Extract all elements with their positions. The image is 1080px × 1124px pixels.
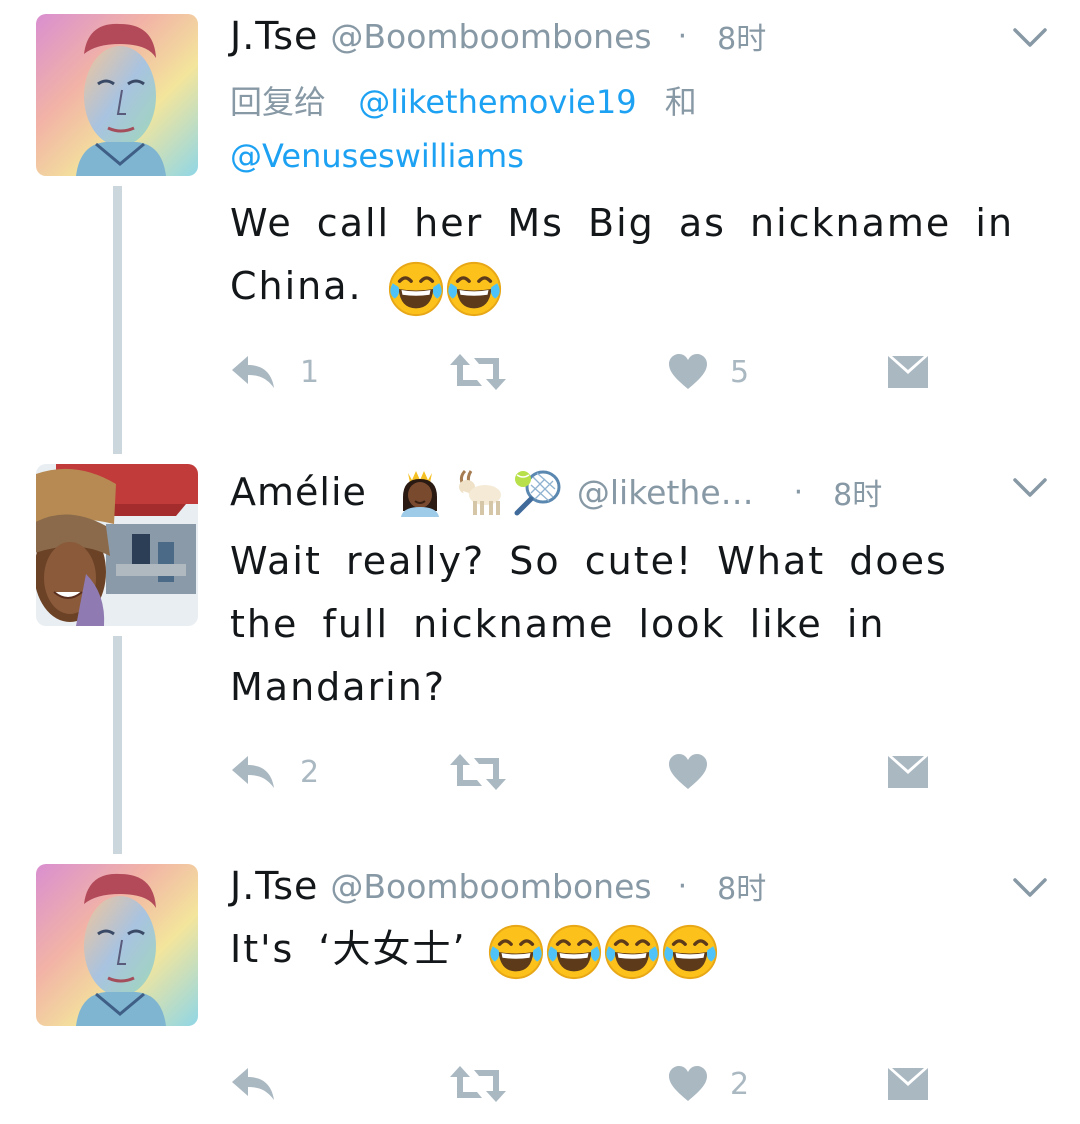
display-name[interactable]: J.Tse bbox=[230, 14, 318, 58]
retweet-button[interactable] bbox=[448, 752, 508, 792]
retweet-icon bbox=[448, 1064, 508, 1104]
face-with-tears-of-joy-icon bbox=[387, 260, 445, 318]
tweet-actions: 1 5 bbox=[230, 352, 950, 392]
chevron-down-icon[interactable] bbox=[1012, 476, 1048, 500]
face-with-tears-of-joy-icon bbox=[661, 923, 719, 981]
avatar[interactable] bbox=[36, 864, 198, 1026]
reply-count: 2 bbox=[300, 754, 320, 790]
display-name[interactable]: J.Tse bbox=[230, 864, 318, 908]
avatar[interactable] bbox=[36, 14, 198, 176]
reply-to-prefix: 回复给 bbox=[230, 83, 327, 121]
face-with-tears-of-joy-icon bbox=[445, 260, 503, 318]
reply-icon bbox=[230, 752, 278, 792]
reply-to-line: @Venuseswilliams bbox=[230, 128, 524, 184]
reply-to-line: 回复给 @likethemovie19 和 bbox=[230, 74, 790, 130]
reply-button[interactable]: 1 bbox=[230, 352, 319, 392]
goat-icon bbox=[458, 469, 501, 515]
face-with-tears-of-joy-icon bbox=[487, 923, 545, 981]
reply-icon bbox=[230, 352, 278, 392]
tweet-header: Amélie @likethe… · 8时 bbox=[230, 467, 882, 517]
tennis-icon bbox=[514, 470, 561, 516]
direct-message-icon bbox=[886, 354, 930, 390]
avatar[interactable] bbox=[36, 464, 198, 626]
mention-link[interactable]: @Venuseswilliams bbox=[230, 137, 524, 175]
direct-message-icon bbox=[886, 1066, 930, 1102]
tweet-actions: 2 bbox=[230, 752, 950, 792]
reply-button[interactable] bbox=[230, 1064, 300, 1104]
retweet-icon bbox=[448, 752, 508, 792]
chevron-down-icon[interactable] bbox=[1012, 876, 1048, 900]
like-button[interactable]: 2 bbox=[668, 1064, 749, 1104]
like-count: 2 bbox=[730, 1066, 750, 1102]
tweet[interactable]: Amélie @likethe… · 8时 Wait really? So cu… bbox=[0, 464, 1080, 824]
user-handle[interactable]: @likethe… bbox=[577, 473, 754, 512]
retweet-icon bbox=[448, 352, 508, 392]
direct-message-button[interactable] bbox=[886, 752, 930, 792]
tweet-header: J.Tse @Boomboombones · 8时 bbox=[230, 14, 766, 58]
timestamp[interactable]: 8时 bbox=[833, 470, 882, 514]
tweet-text-body: We call her Ms Big as nickname in China. bbox=[230, 201, 1015, 308]
direct-message-icon bbox=[886, 754, 930, 790]
retweet-button[interactable] bbox=[448, 1064, 508, 1104]
tweet[interactable]: J.Tse @Boomboombones · 8时 回复给 @likethemo… bbox=[0, 14, 1080, 414]
reply-count: 1 bbox=[300, 354, 320, 390]
direct-message-button[interactable] bbox=[886, 1064, 930, 1104]
tweet-text-body: Wait really? So cute! What does the full… bbox=[230, 539, 948, 709]
mention-link[interactable]: @likethemovie19 bbox=[358, 83, 636, 121]
heart-icon bbox=[668, 1065, 708, 1103]
timestamp[interactable]: 8时 bbox=[717, 864, 766, 908]
name-emojis bbox=[395, 467, 563, 517]
retweet-button[interactable] bbox=[448, 352, 508, 392]
like-count: 5 bbox=[730, 354, 750, 390]
heart-icon bbox=[668, 353, 708, 391]
separator-dot: · bbox=[793, 474, 804, 510]
like-button[interactable]: 5 bbox=[668, 352, 749, 392]
separator-dot: · bbox=[677, 868, 688, 904]
like-button[interactable] bbox=[668, 752, 730, 792]
user-handle[interactable]: @Boomboombones bbox=[330, 867, 651, 906]
heart-icon bbox=[668, 753, 708, 791]
chevron-down-icon[interactable] bbox=[1012, 26, 1048, 50]
timestamp[interactable]: 8时 bbox=[717, 14, 766, 58]
reply-button[interactable]: 2 bbox=[230, 752, 319, 792]
display-name[interactable]: Amélie bbox=[230, 470, 367, 514]
separator-dot: · bbox=[677, 18, 688, 54]
tweet-text: We call her Ms Big as nickname in China. bbox=[230, 192, 1030, 318]
reply-to-conjunction: 和 bbox=[664, 83, 697, 121]
face-with-tears-of-joy-icon bbox=[603, 923, 661, 981]
tweet-text: Wait really? So cute! What does the full… bbox=[230, 530, 1030, 719]
tweet[interactable]: J.Tse @Boomboombones · 8时 It's ‘大女士’ 2 bbox=[0, 864, 1080, 1114]
direct-message-button[interactable] bbox=[886, 352, 930, 392]
tweet-text: It's ‘大女士’ bbox=[230, 918, 1030, 981]
reply-icon bbox=[230, 1064, 278, 1104]
tweet-header: J.Tse @Boomboombones · 8时 bbox=[230, 864, 766, 908]
user-handle[interactable]: @Boomboombones bbox=[330, 17, 651, 56]
tweet-actions: 2 bbox=[230, 1064, 950, 1104]
face-with-tears-of-joy-icon bbox=[545, 923, 603, 981]
tweet-text-body: It's ‘大女士’ bbox=[230, 927, 467, 971]
princess-icon bbox=[400, 471, 439, 517]
